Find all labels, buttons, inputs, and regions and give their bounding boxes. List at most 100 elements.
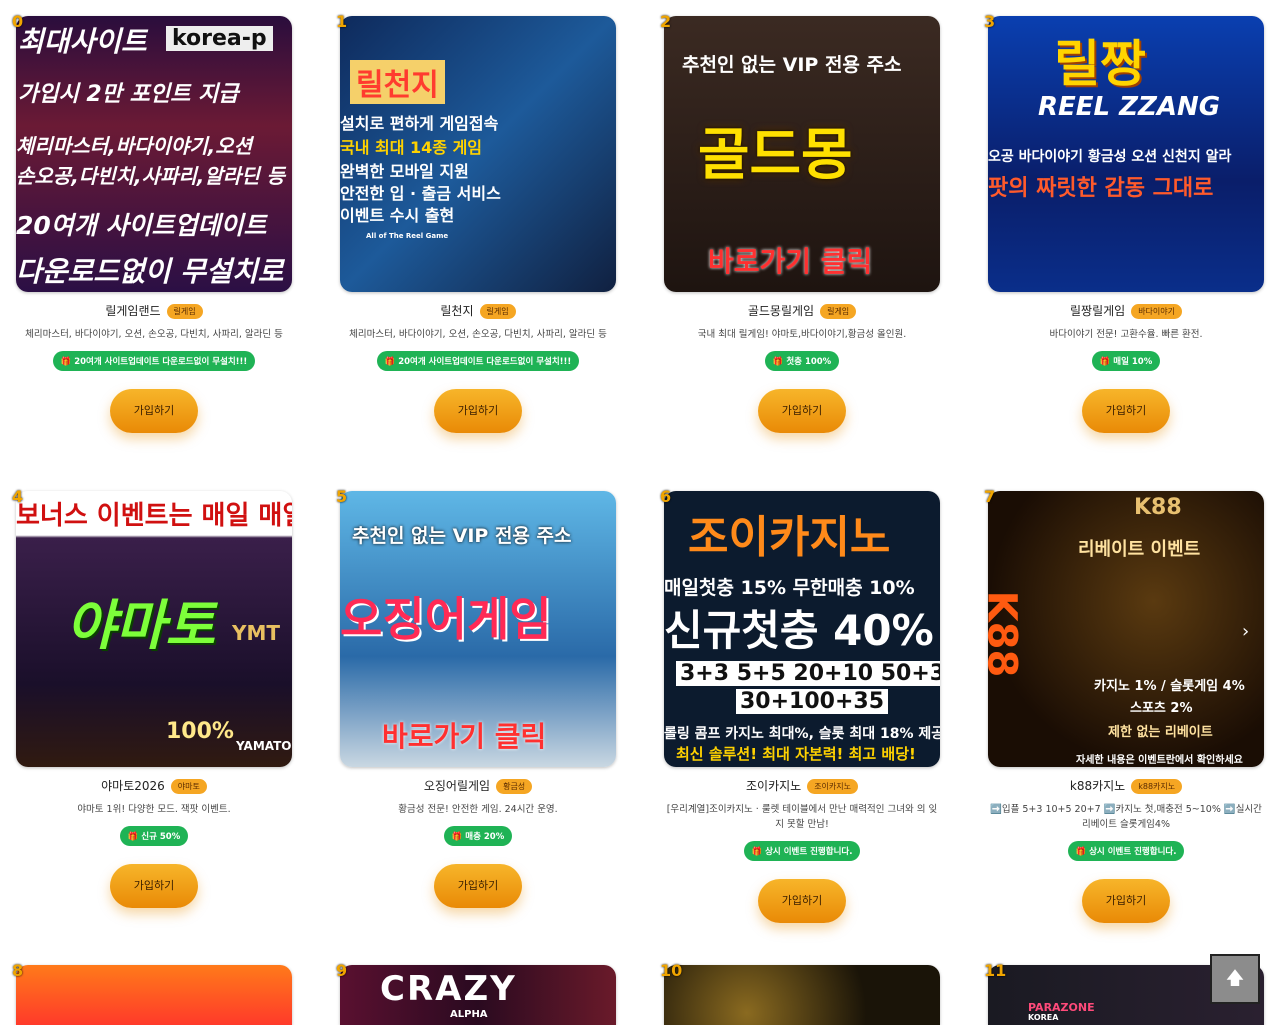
site-card: 6 조이카지노 매일첫충 15% 무한매충 10% 신규첫충 40% 3+3 5… <box>660 487 940 923</box>
card-index: 3 <box>984 12 996 31</box>
site-name[interactable]: 릴짱릴게임 <box>1070 304 1125 318</box>
banner-text: 야마토 <box>66 594 216 657</box>
banner-text: 국내 최대 14종 게임 <box>340 138 483 157</box>
join-button[interactable]: 가입하기 <box>1082 389 1170 433</box>
banner-text: 릴짱 <box>1054 35 1146 93</box>
join-button[interactable]: 가입하기 <box>110 864 198 908</box>
banner-text: 팟의 짜릿한 감동 그대로 <box>988 176 1214 201</box>
banner-text: 최대사이트 <box>18 25 147 58</box>
site-card: 7 K88 리베이트 이벤트 K88 카지노 1% / 슬롯게임 4% 스포츠 … <box>984 487 1264 923</box>
chevron-right-icon[interactable]: › <box>1242 621 1249 642</box>
category-badge: 릴게임 <box>820 304 857 319</box>
site-name[interactable]: k88카지노 <box>1070 779 1125 793</box>
join-button[interactable]: 가입하기 <box>758 879 846 923</box>
site-card: 3 릴짱 REEL ZZANG 오공 바다이야기 황금성 오션 신천지 알라 팟… <box>984 12 1264 433</box>
site-grid: 0 최대사이트 korea-p 가입시 2만 포인트 지급 체리마스터,바다이야… <box>0 0 1280 1025</box>
banner-text: 매일첫충 15% 무한매충 10% <box>664 577 915 599</box>
banner-text: CRAZY <box>380 969 517 1009</box>
promo-badge: 🎁 20여개 사이트업데이트 다운로드없이 무설치!!! <box>376 351 580 371</box>
banner-text: 바로가기 클릭 <box>382 720 547 753</box>
promo-badge: 🎁 매충 20% <box>443 826 513 846</box>
promo-badge: 🎁 상시 이벤트 진행합니다. <box>1067 841 1185 861</box>
banner-text: K88 <box>1134 495 1182 520</box>
category-badge: 황금성 <box>496 779 533 794</box>
banner-text: 설치로 편하게 게임접속 <box>340 114 499 133</box>
banner-text: 안전한 입 · 출금 서비스 <box>340 184 501 203</box>
banner-text: 완벽한 모바일 지원 <box>340 162 469 181</box>
category-badge: 바다이야기 <box>1131 304 1182 319</box>
site-name[interactable]: 오징어릴게임 <box>424 779 490 793</box>
site-card: 5 추천인 없는 VIP 전용 주소 오징어게임 바로가기 클릭 오징어릴게임황… <box>336 487 616 908</box>
join-button[interactable]: 가입하기 <box>434 864 522 908</box>
site-description: 체리마스터, 바다이야기, 오션, 손오공, 다빈치, 사파리, 알라딘 등 <box>25 329 283 340</box>
site-banner-image[interactable] <box>16 965 292 1025</box>
banner-text: 자세한 내용은 이벤트란에서 확인하세요 <box>1076 755 1243 766</box>
site-name[interactable]: 릴게임랜드 <box>105 304 160 318</box>
card-index: 1 <box>336 12 348 31</box>
card-index: 6 <box>660 487 672 506</box>
banner-text: 체리마스터,바다이야기,오션 <box>16 134 252 158</box>
site-card: 2 추천인 없는 VIP 전용 주소 골드몽 바로가기 클릭 골드몽릴게임 릴게임… <box>660 12 940 433</box>
scroll-to-top-button[interactable]: 🡅 <box>1210 954 1260 1004</box>
banner-text: 조이카지노 <box>688 512 891 563</box>
banner-text: 바로가기 클릭 <box>708 245 873 278</box>
site-banner-image[interactable] <box>664 965 940 1025</box>
banner-text: 롤링 콤프 카지노 최대%, 슬롯 최대 18% 제공 <box>664 726 940 742</box>
banner-text: 리베이트 이벤트 <box>1078 539 1201 560</box>
join-button[interactable]: 가입하기 <box>758 389 846 433</box>
banner-text: KOREA <box>1028 1013 1059 1022</box>
promo-badge: 🎁 20여개 사이트업데이트 다운로드없이 무설치!!! <box>52 351 256 371</box>
card-index: 11 <box>984 961 1007 980</box>
site-banner-image[interactable]: 최대사이트 korea-p 가입시 2만 포인트 지급 체리마스터,바다이야기,… <box>16 16 292 292</box>
promo-badge: 🎁 신규 50% <box>119 826 189 846</box>
banner-text: 오징어게임 <box>340 592 552 646</box>
site-banner-image[interactable]: CRAZY ALPHA <box>340 965 616 1025</box>
promo-badge: 🎁 매일 10% <box>1091 351 1161 371</box>
site-card: 8 <box>12 961 292 1025</box>
card-index: 9 <box>336 961 348 980</box>
card-index: 7 <box>984 487 996 506</box>
site-banner-image[interactable]: 조이카지노 매일첫충 15% 무한매충 10% 신규첫충 40% 3+3 5+5… <box>664 491 940 767</box>
site-description: 바다이야기 전문! 고환수율. 빠른 환전. <box>1049 329 1203 340</box>
site-name[interactable]: 야마토2026 <box>101 779 165 793</box>
site-description: [우리계열]조이카지노 · 룰렛 테이블에서 만난 매력적인 그녀와 의 잊지 … <box>666 804 938 830</box>
arrow-up-icon: 🡅 <box>1225 968 1245 989</box>
banner-text: 30+100+35 <box>736 689 889 714</box>
promo-badge: 🎁 첫충 100% <box>764 351 840 371</box>
category-badge: 릴게임 <box>479 304 516 319</box>
site-name[interactable]: 조이카지노 <box>746 779 801 793</box>
banner-text: YMT <box>232 621 281 645</box>
banner-text: YAMATO <box>236 739 292 753</box>
card-index: 2 <box>660 12 672 31</box>
site-card: 1 릴천지 설치로 편하게 게임접속 국내 최대 14종 게임 완벽한 모바일 … <box>336 12 616 433</box>
site-card: 4 보너스 이벤트는 매일 매일 야마토 YMT 100% YAMATO 야마토… <box>12 487 292 908</box>
banner-text: All of The Reel Game <box>366 232 449 240</box>
join-button[interactable]: 가입하기 <box>110 389 198 433</box>
card-index: 10 <box>660 961 683 980</box>
site-name[interactable]: 골드몽릴게임 <box>748 304 814 318</box>
join-button[interactable]: 가입하기 <box>434 389 522 433</box>
site-description: 황금성 전문! 안전한 게임. 24시간 운영. <box>398 804 558 815</box>
banner-text: korea-p <box>166 26 273 51</box>
banner-text: ALPHA <box>450 1009 488 1020</box>
banner-text: 신규첫충 40% <box>664 606 934 655</box>
site-description: 국내 최대 릴게임! 야마토,바다이야기,황금성 올인원. <box>697 329 907 340</box>
site-banner-image[interactable]: 추천인 없는 VIP 전용 주소 오징어게임 바로가기 클릭 <box>340 491 616 767</box>
category-badge: k88카지노 <box>1131 779 1183 794</box>
banner-text: REEL ZZANG <box>1038 92 1221 122</box>
site-banner-image[interactable]: 릴천지 설치로 편하게 게임접속 국내 최대 14종 게임 완벽한 모바일 지원… <box>340 16 616 292</box>
banner-text: 최신 솔루션! 최대 자본력! 최고 배당! <box>676 745 916 763</box>
site-banner-image[interactable]: 보너스 이벤트는 매일 매일 야마토 YMT 100% YAMATO <box>16 491 292 767</box>
card-index: 5 <box>336 487 348 506</box>
site-banner-image[interactable]: 릴짱 REEL ZZANG 오공 바다이야기 황금성 오션 신천지 알라 팟의 … <box>988 16 1264 292</box>
banner-text: 제한 없는 리베이트 <box>1108 725 1213 740</box>
site-banner-image[interactable]: K88 리베이트 이벤트 K88 카지노 1% / 슬롯게임 4% 스포츠 2%… <box>988 491 1264 767</box>
site-description: ➡️입플 5+3 10+5 20+7 ➡️카지노 첫,매충전 5~10% ➡️실… <box>990 804 1262 830</box>
join-button[interactable]: 가입하기 <box>1082 879 1170 923</box>
banner-text: 이벤트 수시 출현 <box>340 206 455 225</box>
banner-text: 오공 바다이야기 황금성 오션 신천지 알라 <box>988 149 1232 165</box>
site-banner-image[interactable]: 추천인 없는 VIP 전용 주소 골드몽 바로가기 클릭 <box>664 16 940 292</box>
site-card: 10 <box>660 961 940 1025</box>
site-card: 0 최대사이트 korea-p 가입시 2만 포인트 지급 체리마스터,바다이야… <box>12 12 292 433</box>
site-name[interactable]: 릴천지 <box>440 304 473 318</box>
